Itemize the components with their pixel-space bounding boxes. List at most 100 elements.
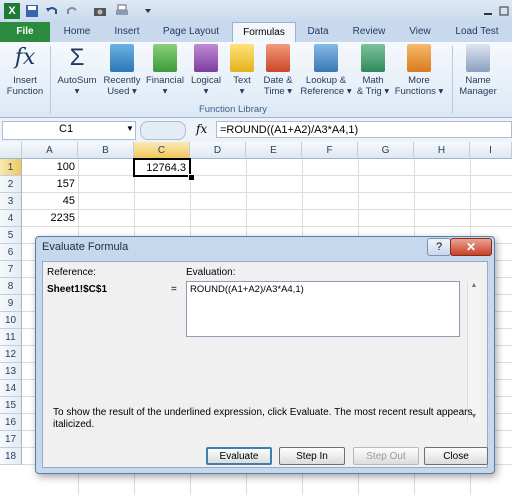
dialog-title: Evaluate Formula	[42, 241, 129, 253]
text-button[interactable]: Text ▾	[226, 44, 258, 97]
row-header[interactable]: 15	[0, 397, 22, 414]
close-button[interactable]: Close	[424, 447, 488, 465]
equals-sign: =	[171, 284, 177, 295]
tab-home[interactable]: Home	[56, 22, 98, 42]
scroll-up-arrow-icon[interactable]: ▲	[468, 282, 480, 289]
evaluate-button[interactable]: Evaluate	[206, 447, 272, 465]
tab-page-layout[interactable]: Page Layout	[158, 22, 224, 42]
name-box-value: C1	[59, 123, 74, 135]
ribbon-formulas: fx Insert Function Σ AutoSum ▾ Recently Use…	[0, 42, 512, 118]
financial-button[interactable]: Financial ▾	[144, 44, 186, 97]
row-header[interactable]: 14	[0, 380, 22, 397]
dialog-info-text: To show the result of the underlined exp…	[53, 407, 473, 430]
evaluation-expression: ROUND((A1+A2)/A3*A4,1)	[190, 284, 304, 295]
step-out-button[interactable]: Step Out	[353, 447, 419, 465]
dialog-close-button[interactable]: ✕	[450, 238, 492, 256]
grid-line	[22, 209, 512, 210]
grid-line	[22, 226, 512, 227]
tab-load-test[interactable]: Load Test	[446, 22, 508, 42]
column-header[interactable]: E	[246, 142, 302, 159]
date-time-button[interactable]: Date & Time ▾	[258, 44, 298, 97]
save-icon[interactable]	[24, 3, 40, 19]
math-book-icon	[361, 44, 385, 72]
reference-value: Sheet1!$C$1	[47, 284, 108, 295]
tab-formulas[interactable]: Formulas	[232, 22, 296, 44]
cell-c1-selected[interactable]: 12764.3	[133, 158, 191, 177]
row-header[interactable]: 7	[0, 261, 22, 278]
row-header[interactable]: 17	[0, 431, 22, 448]
name-manager-button[interactable]: Name Manager	[456, 44, 500, 97]
step-in-button[interactable]: Step In	[279, 447, 345, 465]
logical-button[interactable]: Logical ▾	[188, 44, 224, 97]
formula-bar: C1 ▼ fx =ROUND((A1+A2)/A3*A4,1)	[0, 118, 512, 143]
cell-a2[interactable]: 157	[22, 176, 78, 193]
tab-insert[interactable]: Insert	[104, 22, 150, 42]
column-header[interactable]: D	[190, 142, 246, 159]
dialog-body: Reference: Evaluation: Sheet1!$C$1 = ROU…	[42, 261, 488, 468]
logical-book-icon	[194, 44, 218, 72]
date-time-book-icon	[266, 44, 290, 72]
column-header[interactable]: H	[414, 142, 470, 159]
more-functions-book-icon	[407, 44, 431, 72]
restore-window-icon[interactable]	[496, 3, 512, 19]
row-header[interactable]: 4	[0, 210, 22, 227]
fx-insert-function-icon[interactable]: fx	[196, 122, 207, 136]
more-functions-button[interactable]: More Functions ▾	[392, 44, 446, 97]
row-header-selected[interactable]: 1	[0, 159, 22, 176]
row-header[interactable]: 9	[0, 295, 22, 312]
math-trig-button[interactable]: Math & Trig ▾	[354, 44, 392, 97]
customize-qat-icon[interactable]	[140, 3, 156, 19]
cell-a1[interactable]: 100	[22, 159, 78, 176]
row-header[interactable]: 6	[0, 244, 22, 261]
row-header[interactable]: 13	[0, 363, 22, 380]
row-header[interactable]: 3	[0, 193, 22, 210]
cell-a3[interactable]: 45	[22, 193, 78, 210]
ribbon-tabs: File Home Insert Page Layout Formulas Da…	[0, 22, 512, 44]
fill-handle[interactable]	[188, 174, 195, 181]
column-header[interactable]: I	[470, 142, 512, 159]
row-header[interactable]: 2	[0, 176, 22, 193]
undo-icon[interactable]	[44, 3, 60, 19]
evaluation-box[interactable]: ROUND((A1+A2)/A3*A4,1)	[186, 281, 460, 337]
minimize-window-icon[interactable]	[480, 3, 496, 19]
column-header[interactable]: B	[78, 142, 134, 159]
row-header[interactable]: 10	[0, 312, 22, 329]
group-label-function-library: Function Library	[198, 104, 268, 115]
redo-icon[interactable]	[64, 3, 80, 19]
cell-a4[interactable]: 2235	[22, 210, 78, 227]
name-box[interactable]: C1 ▼	[2, 121, 136, 140]
print-icon[interactable]	[114, 3, 130, 19]
grid-line	[22, 192, 512, 193]
select-all-corner[interactable]	[0, 142, 22, 159]
autosum-button[interactable]: Σ AutoSum ▾	[54, 44, 100, 97]
excel-logo-icon[interactable]: X	[4, 3, 20, 19]
column-header[interactable]: A	[22, 142, 78, 159]
evaluation-label: Evaluation:	[186, 267, 236, 278]
chevron-down-icon[interactable]: ▼	[126, 124, 134, 133]
column-header-selected[interactable]: C	[134, 142, 190, 159]
column-header[interactable]: F	[302, 142, 358, 159]
vertical-scrollbar[interactable]: ▲ ▼	[467, 282, 480, 422]
column-header[interactable]: G	[358, 142, 414, 159]
expand-formula-handle[interactable]	[140, 121, 186, 140]
lookup-reference-button[interactable]: Lookup & Reference ▾	[300, 44, 352, 97]
tab-view[interactable]: View	[402, 22, 438, 42]
row-header[interactable]: 8	[0, 278, 22, 295]
row-header[interactable]: 11	[0, 329, 22, 346]
tab-data[interactable]: Data	[300, 22, 336, 42]
evaluate-formula-dialog: Evaluate Formula ? ✕ Reference: Evaluati…	[35, 236, 495, 474]
row-header[interactable]: 5	[0, 227, 22, 244]
insert-function-button[interactable]: fx Insert Function	[2, 44, 48, 97]
row-header[interactable]: 18	[0, 448, 22, 465]
formula-input[interactable]: =ROUND((A1+A2)/A3*A4,1)	[216, 121, 512, 138]
recently-used-button[interactable]: Recently Used ▾	[100, 44, 144, 97]
text-book-icon	[230, 44, 254, 72]
tab-review[interactable]: Review	[346, 22, 392, 42]
row-header[interactable]: 16	[0, 414, 22, 431]
tab-file[interactable]: File	[0, 22, 50, 42]
row-header[interactable]: 12	[0, 346, 22, 363]
help-button[interactable]: ?	[427, 238, 451, 256]
group-divider	[452, 46, 453, 114]
quick-access-toolbar: X	[0, 0, 512, 22]
camera-icon[interactable]	[92, 3, 108, 19]
